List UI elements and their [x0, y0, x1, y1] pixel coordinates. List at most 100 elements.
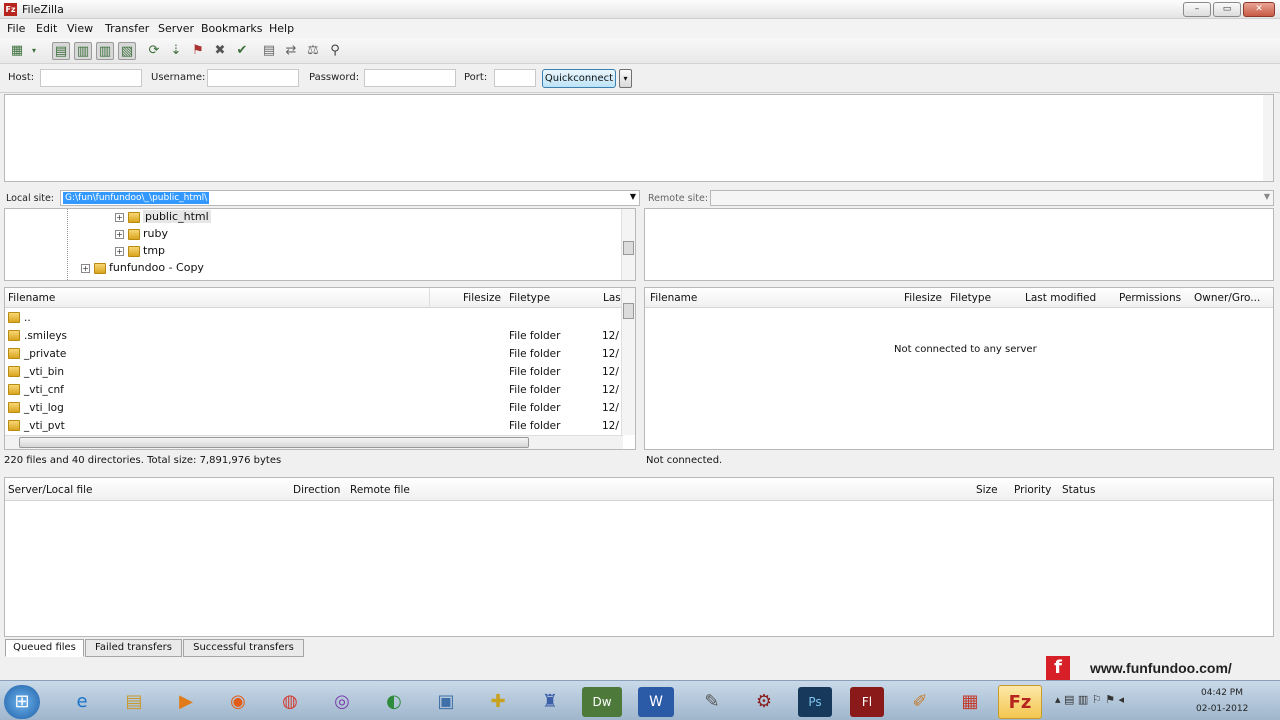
col-filename[interactable]: Filename: [650, 292, 697, 304]
file-row[interactable]: _private File folder 12/: [5, 345, 635, 363]
folder-icon: [8, 348, 20, 359]
local-file-list-hscrollbar[interactable]: [5, 435, 623, 449]
start-button-icon[interactable]: ⊞: [4, 685, 40, 719]
local-site-path-input[interactable]: G:\fun\funfundoo\_\public_html\ ▼: [60, 190, 640, 206]
disconnect-icon[interactable]: ✖: [211, 42, 229, 60]
col-filename[interactable]: Filename: [8, 292, 55, 304]
paint-icon[interactable]: ✐: [898, 685, 942, 719]
port-input[interactable]: [494, 69, 536, 87]
file-row[interactable]: _vti_pvt File folder 12/: [5, 417, 635, 435]
username-input[interactable]: [207, 69, 299, 87]
col-server-local-file[interactable]: Server/Local file: [8, 484, 93, 496]
password-input[interactable]: [364, 69, 456, 87]
tree-item-tmp[interactable]: + tmp: [115, 244, 165, 261]
network-icon[interactable]: ▣: [424, 685, 468, 719]
local-site-path-text: G:\fun\funfundoo\_\public_html\: [63, 192, 210, 204]
toggle-message-log-icon[interactable]: ▤: [52, 42, 70, 60]
menu-edit[interactable]: Edit: [36, 22, 57, 35]
col-filetype[interactable]: Filetype: [950, 292, 991, 304]
dreamweaver-icon[interactable]: Dw: [582, 687, 622, 717]
toggle-sync-browsing-icon[interactable]: ⇄: [282, 42, 300, 60]
file-row[interactable]: ..: [5, 309, 635, 327]
col-status[interactable]: Status: [1062, 484, 1095, 496]
tool-icon[interactable]: ⚙: [742, 685, 786, 719]
col-remote-file[interactable]: Remote file: [350, 484, 410, 496]
tray-icons[interactable]: ▴ ▤ ▥ ⚐ ⚑ ◂: [1055, 693, 1124, 706]
browser-icon[interactable]: ◎: [320, 685, 364, 719]
tree-item-ruby[interactable]: + ruby: [115, 227, 168, 244]
office-icon[interactable]: ▦: [948, 685, 992, 719]
flash-icon[interactable]: Fl: [850, 687, 884, 717]
folder-icon: [127, 228, 140, 240]
quickconnect-dropdown-icon[interactable]: ▾: [619, 69, 632, 88]
puzzle-icon[interactable]: ✚: [476, 685, 520, 719]
media-player-icon[interactable]: ▶: [164, 685, 208, 719]
folder-icon: [8, 384, 20, 395]
expand-icon[interactable]: +: [115, 229, 124, 239]
col-direction[interactable]: Direction: [293, 484, 340, 496]
firefox-icon[interactable]: ◉: [216, 685, 260, 719]
menu-help[interactable]: Help: [269, 22, 294, 35]
menu-view[interactable]: View: [67, 22, 93, 35]
menu-bookmarks[interactable]: Bookmarks: [201, 22, 262, 35]
refresh-icon[interactable]: ⟳: [145, 42, 163, 60]
tab-queued-files[interactable]: Queued files: [5, 639, 84, 657]
file-row[interactable]: _vti_bin File folder 12/: [5, 363, 635, 381]
toggle-remote-tree-icon[interactable]: ▥: [96, 42, 114, 60]
notepad-icon[interactable]: ✎: [690, 685, 734, 719]
app-icon[interactable]: ♜: [528, 685, 572, 719]
maximize-button[interactable]: ▭: [1213, 2, 1241, 17]
expand-icon[interactable]: +: [115, 246, 124, 256]
local-file-list-vscrollbar[interactable]: [621, 288, 635, 435]
search-remote-files-icon[interactable]: ⚲: [326, 42, 344, 60]
tab-failed-transfers[interactable]: Failed transfers: [85, 639, 182, 657]
remote-site-path-input[interactable]: ▼: [710, 190, 1274, 206]
chrome-icon[interactable]: ◍: [268, 685, 312, 719]
site-manager-icon[interactable]: ▦: [8, 42, 26, 60]
col-priority[interactable]: Priority: [1014, 484, 1051, 496]
file-row[interactable]: .smileys File folder 12/: [5, 327, 635, 345]
col-last-modified[interactable]: Last modified: [1025, 292, 1096, 304]
expand-icon[interactable]: +: [115, 212, 124, 222]
message-log-scrollbar[interactable]: [1263, 95, 1273, 181]
col-filesize[interactable]: Filesize: [904, 292, 942, 304]
file-row[interactable]: _vti_log File folder 12/: [5, 399, 635, 417]
col-filesize[interactable]: Filesize: [463, 292, 501, 304]
col-filetype[interactable]: Filetype: [509, 292, 550, 304]
menu-transfer[interactable]: Transfer: [105, 22, 149, 35]
col-permissions[interactable]: Permissions: [1119, 292, 1181, 304]
menu-server[interactable]: Server: [158, 22, 194, 35]
globe-icon[interactable]: ◐: [372, 685, 416, 719]
cancel-operation-icon[interactable]: ⚑: [189, 42, 207, 60]
host-input[interactable]: [40, 69, 142, 87]
photoshop-icon[interactable]: Ps: [798, 687, 832, 717]
file-explorer-icon[interactable]: ▤: [112, 685, 156, 719]
expand-icon[interactable]: +: [81, 263, 90, 273]
col-size[interactable]: Size: [976, 484, 998, 496]
filezilla-taskbar-icon[interactable]: Fz: [998, 685, 1042, 719]
remote-site-dropdown-icon[interactable]: ▼: [1264, 192, 1270, 201]
internet-explorer-icon[interactable]: e: [60, 685, 104, 719]
clock-date: 02-01-2012: [1196, 704, 1249, 714]
process-queue-icon[interactable]: ⇣: [167, 42, 185, 60]
close-button[interactable]: ✕: [1243, 2, 1275, 17]
local-tree-scrollbar[interactable]: [621, 209, 635, 280]
reconnect-icon[interactable]: ✔: [233, 42, 251, 60]
minimize-button[interactable]: –: [1183, 2, 1211, 17]
menu-bar: File Edit View Transfer Server Bookmarks…: [0, 19, 1280, 38]
tab-successful-transfers[interactable]: Successful transfers: [183, 639, 304, 657]
directory-comparison-icon[interactable]: ⚖: [304, 42, 322, 60]
tree-item-funfundoo-copy[interactable]: + funfundoo - Copy: [81, 261, 204, 278]
site-manager-dropdown-icon[interactable]: ▾: [28, 42, 40, 60]
directory-listing-filters-icon[interactable]: ▤: [260, 42, 278, 60]
local-site-dropdown-icon[interactable]: ▼: [630, 192, 636, 201]
quickconnect-button[interactable]: Quickconnect: [542, 69, 616, 88]
file-row[interactable]: _vti_cnf File folder 12/: [5, 381, 635, 399]
host-label: Host:: [8, 72, 35, 83]
toggle-local-tree-icon[interactable]: ▥: [74, 42, 92, 60]
tree-item-public-html[interactable]: + public_html: [115, 210, 211, 227]
menu-file[interactable]: File: [7, 22, 25, 35]
toggle-queue-icon[interactable]: ▧: [118, 42, 136, 60]
word-icon[interactable]: W: [638, 687, 674, 717]
col-owner-group[interactable]: Owner/Gro...: [1194, 292, 1260, 304]
